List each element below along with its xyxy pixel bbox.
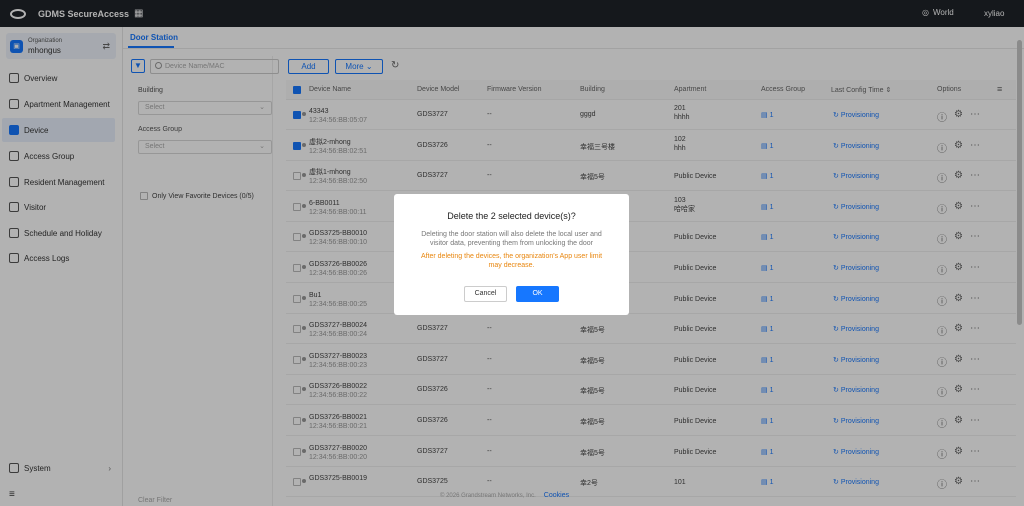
dialog-warning: After deleting the devices, the organiza… — [420, 253, 603, 269]
dialog-title: Delete the 2 selected device(s)? — [447, 211, 576, 221]
dialog-message: Deleting the door station will also dele… — [421, 231, 602, 247]
ok-button[interactable]: OK — [516, 286, 559, 302]
cancel-button[interactable]: Cancel — [464, 286, 507, 302]
delete-confirm-dialog: Delete the 2 selected device(s)? Deletin… — [394, 194, 629, 315]
